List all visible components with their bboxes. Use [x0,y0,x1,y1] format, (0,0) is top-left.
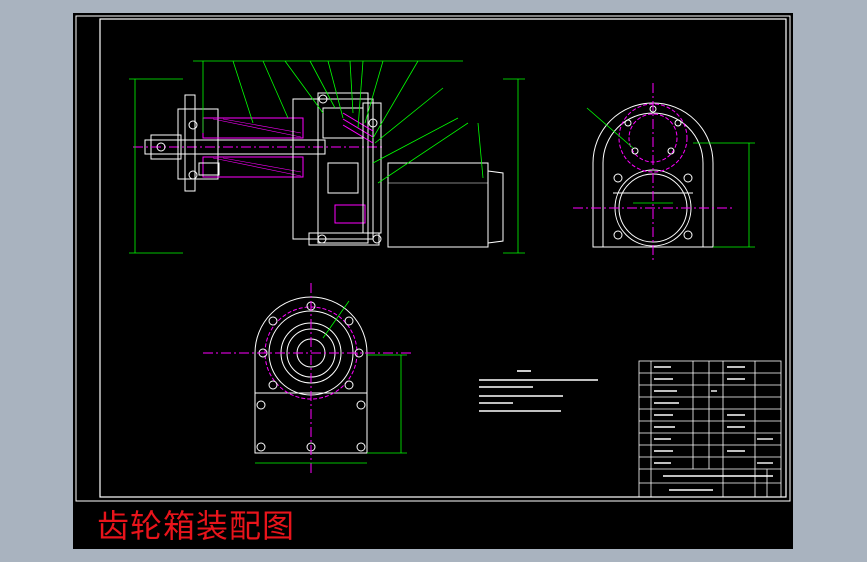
technical-notes [479,370,598,412]
front-view-dimensions [255,300,407,464]
dimension-lines-main [129,78,525,254]
side-view-dimensions [586,107,755,248]
side-view [573,83,733,263]
cad-drawing-canvas: 齿轮箱装配图 [73,13,793,549]
main-section-view [133,92,504,248]
gearbox-assembly-drawing [75,15,791,502]
outer-frame [75,15,791,502]
leader-lines [193,60,484,184]
front-view [203,283,413,473]
drawing-title-caption: 齿轮箱装配图 [97,507,296,545]
